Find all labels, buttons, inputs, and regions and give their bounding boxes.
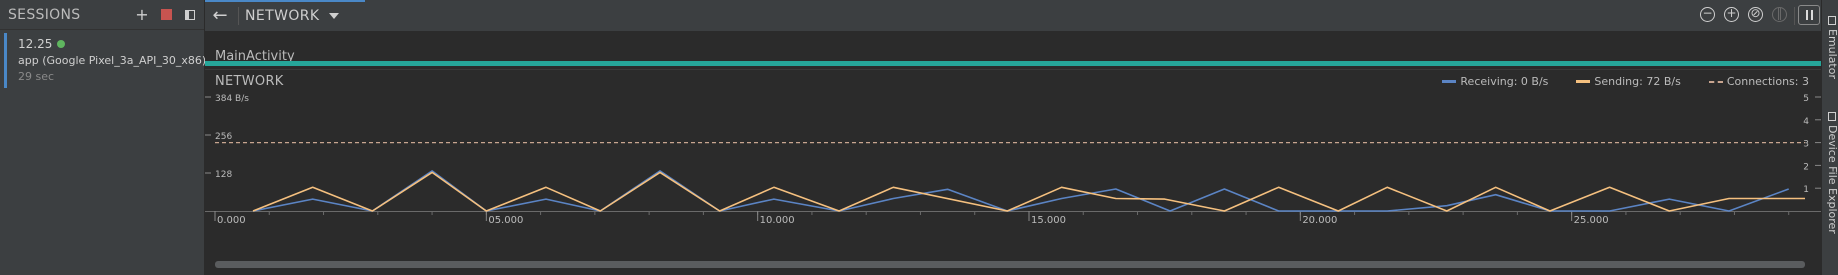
x-tick-label: 20.000 — [1302, 215, 1337, 226]
y-right-tick-label: 5 — [1803, 94, 1809, 104]
x-tick-label: 15.000 — [1031, 215, 1066, 226]
toolbar-divider — [1794, 7, 1795, 25]
profiler-selector-dropdown[interactable]: NETWORK — [245, 6, 340, 26]
legend-label-receiving: Receiving: 0 B/s — [1460, 75, 1549, 88]
x-tick-label: 25.000 — [1574, 215, 1609, 226]
y-right-tick-label: 2 — [1803, 162, 1809, 172]
sessions-panel: SESSIONS + 12.25 app (Google Pixel_3a_AP… — [0, 0, 207, 275]
emulator-icon — [1828, 16, 1836, 25]
legend-sending: Sending: 72 B/s — [1576, 75, 1681, 88]
session-app-name: app (Google Pixel_3a_API_30_x86) — [18, 54, 207, 67]
y-right-tick-label: 4 — [1803, 117, 1809, 127]
toolbar-divider — [238, 7, 239, 25]
y-right-tick-label: 1 — [1803, 185, 1809, 195]
pause-icon[interactable] — [1798, 5, 1820, 25]
profiler-main: ← NETWORK − + ⊘ ‖ MainActivity 0.000 05.0… — [205, 0, 1821, 275]
device-file-explorer-icon — [1828, 112, 1836, 121]
tab-emulator-label: Emulator — [1826, 29, 1838, 79]
x-tick-label: 10.000 — [760, 215, 795, 226]
session-time: 12.25 — [18, 37, 53, 51]
profiler-toolbar: ← NETWORK − + ⊘ ‖ — [205, 0, 1821, 32]
session-duration: 29 sec — [18, 70, 55, 83]
legend-label-sending: Sending: 72 B/s — [1594, 75, 1681, 88]
legend-connections: Connections: 3 — [1708, 75, 1809, 88]
toolbar-accent — [205, 0, 365, 2]
chevron-down-icon — [329, 13, 340, 19]
timeline-scrollbar[interactable] — [215, 261, 1805, 268]
y-left-tick-label: 384 B/s — [215, 94, 249, 104]
chart-legend: Receiving: 0 B/s Sending: 72 B/s Connect… — [1225, 75, 1809, 88]
legend-receiving: Receiving: 0 B/s — [1442, 75, 1548, 88]
y-left-tick-label: 256 — [215, 132, 232, 142]
profiler-selector-label: NETWORK — [245, 8, 320, 24]
session-status-dot — [57, 40, 66, 48]
zoom-out-icon[interactable]: − — [1700, 7, 1715, 22]
sessions-header: SESSIONS + — [0, 0, 204, 30]
activity-bar[interactable] — [205, 61, 1821, 66]
go-live-icon[interactable]: ‖ — [1772, 7, 1787, 22]
legend-swatch-receiving — [1442, 80, 1457, 83]
tab-device-file-explorer-label: Device File Explorer — [1826, 125, 1838, 234]
tab-emulator[interactable]: Emulator — [1822, 16, 1838, 96]
session-item[interactable]: 12.25 app (Google Pixel_3a_API_30_x86) 2… — [4, 33, 207, 88]
legend-label-connections: Connections: 3 — [1726, 75, 1809, 88]
stop-icon[interactable] — [156, 5, 176, 25]
y-left-tick-label: 128 — [215, 170, 232, 180]
right-tool-rail: Emulator Device File Explorer — [1821, 0, 1838, 275]
arrow-left-icon[interactable]: ← — [209, 5, 231, 27]
zoom-in-icon[interactable]: + — [1724, 7, 1739, 22]
network-chart[interactable]: 0.000 05.000 10.000 15.000 20.000 25.000 384 B… — [205, 69, 1821, 261]
tab-device-file-explorer[interactable]: Device File Explorer — [1822, 112, 1838, 272]
x-tick-label: 0.000 — [217, 215, 246, 226]
panel-toggle-icon[interactable] — [180, 5, 200, 25]
activity-track: MainActivity — [205, 31, 1821, 70]
legend-swatch-sending — [1576, 80, 1591, 83]
reset-zoom-icon[interactable]: ⊘ — [1748, 7, 1763, 22]
chart-title: NETWORK — [215, 74, 284, 89]
y-right-tick-label: 3 — [1803, 140, 1809, 150]
plus-icon[interactable]: + — [132, 5, 152, 25]
session-time-row: 12.25 — [18, 37, 202, 51]
sessions-title: SESSIONS — [8, 6, 81, 23]
x-tick-label: 05.000 — [488, 215, 523, 226]
legend-swatch-connections — [1708, 80, 1723, 83]
